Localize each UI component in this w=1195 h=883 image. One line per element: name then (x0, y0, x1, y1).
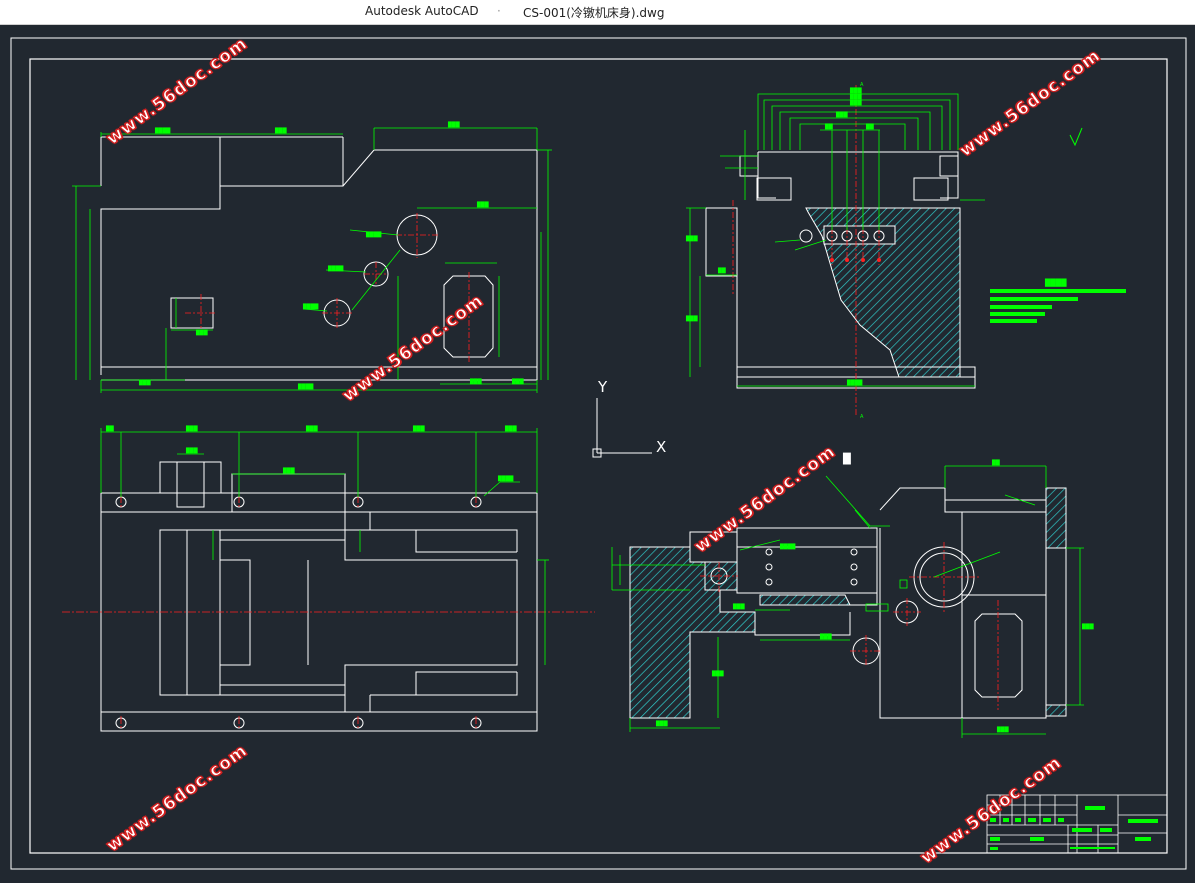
svg-text:██: ██ (105, 425, 114, 432)
svg-text:███: ███ (732, 603, 745, 610)
svg-text:███: ███ (469, 378, 482, 385)
svg-text:████: ████ (154, 127, 171, 134)
svg-text:███: ███ (447, 121, 460, 128)
svg-text:███: ███ (996, 726, 1009, 733)
svg-text:███: ███ (685, 235, 698, 242)
ucs-icon (592, 398, 652, 458)
svg-text:███: ███ (711, 670, 724, 677)
section-label: █ (842, 452, 851, 465)
svg-text:A: A (860, 82, 864, 88)
section-view[interactable] (629, 487, 1067, 719)
svg-text:███: ███ (476, 201, 489, 208)
svg-text:██: ██ (824, 123, 833, 130)
svg-text:███: ███ (655, 720, 668, 727)
top-view-holes (115, 496, 482, 729)
svg-text:████: ████ (302, 303, 319, 310)
svg-text:████: ████ (327, 265, 344, 272)
ucs-x-label: X (656, 438, 666, 456)
svg-text:███: ███ (274, 127, 287, 134)
technical-notes: ████ (990, 278, 1126, 323)
svg-text:███: ███ (835, 111, 848, 118)
svg-text:███: ███ (282, 467, 295, 474)
svg-text:████: ████ (365, 231, 382, 238)
svg-text:███: ███ (185, 447, 198, 454)
svg-text:███: ███ (511, 378, 524, 385)
svg-text:███: ███ (504, 425, 517, 432)
ucs-y-label: Y (597, 378, 608, 396)
svg-text:███: ███ (412, 425, 425, 432)
svg-text:███: ███ (1081, 623, 1094, 630)
front-view-dimensions (72, 127, 552, 393)
svg-text:████: ████ (297, 383, 314, 390)
svg-text:███: ███ (849, 93, 862, 100)
svg-text:██: ██ (991, 459, 1000, 466)
svg-text:███: ███ (195, 329, 208, 336)
svg-text:███: ███ (819, 633, 832, 640)
svg-text:A: A (860, 414, 864, 420)
app-title: Autodesk AutoCAD (365, 4, 479, 18)
svg-text:███: ███ (305, 425, 318, 432)
svg-text:███: ███ (185, 425, 198, 432)
drawing-canvas[interactable]: ████ ███ ███ ████ ███ ███ ███ ███ ███ ████ ████… (0, 25, 1195, 879)
svg-text:██: ██ (865, 123, 874, 130)
svg-text:████: ████ (497, 475, 514, 482)
title-separator: · (497, 4, 501, 18)
svg-text:████: ████ (846, 379, 863, 386)
svg-text:███: ███ (849, 99, 862, 106)
svg-text:███: ███ (849, 87, 862, 94)
top-view-dimensions (100, 428, 549, 665)
top-view-dim-text: ██ ███ ███ ███ ██████ ███████ (105, 425, 517, 482)
side-view[interactable] (705, 151, 976, 389)
svg-text:███: ███ (138, 379, 151, 386)
roughness-symbol (1069, 127, 1083, 147)
svg-text:████: ████ (779, 543, 796, 550)
front-view-dim-text: ████ ██████ ██████████ ███ ██████ ████████… (138, 121, 524, 390)
svg-text:██: ██ (717, 267, 726, 274)
title-block-fills (990, 806, 1158, 850)
document-title: CS-001(冷镦机床身).dwg (523, 6, 665, 20)
top-view[interactable] (100, 461, 538, 732)
svg-text:███: ███ (685, 315, 698, 322)
svg-text:████: ████ (1044, 278, 1067, 287)
title-bar: Autodesk AutoCAD · CS-001(冷镦机床身).dwg (0, 0, 1195, 25)
